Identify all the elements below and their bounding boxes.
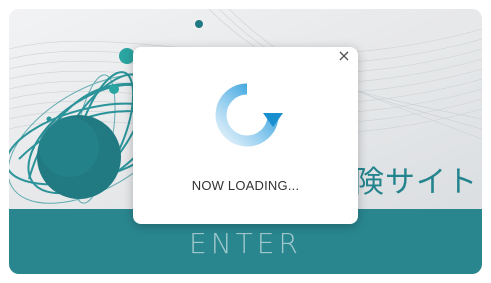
close-icon[interactable]: × (334, 47, 354, 65)
refresh-spinner-icon (215, 83, 283, 147)
loading-text: NOW LOADING... (191, 178, 300, 193)
loading-modal: × NOW LOADING... (133, 47, 358, 224)
